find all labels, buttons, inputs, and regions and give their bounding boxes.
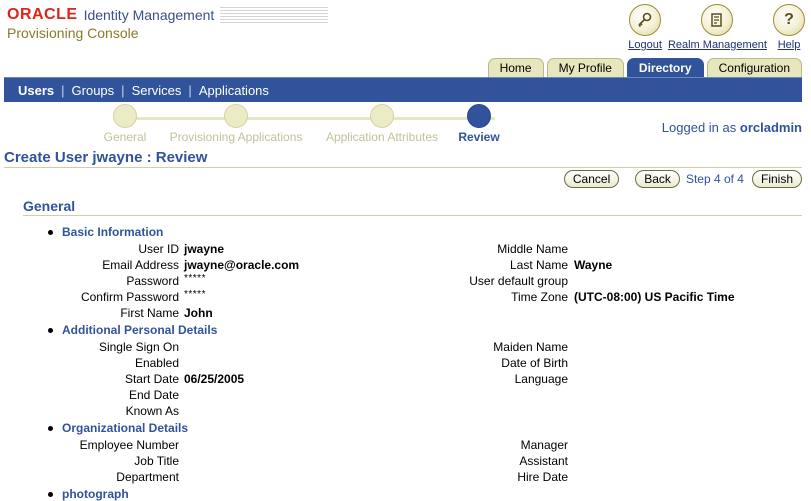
tab-directory[interactable]: Directory (626, 58, 704, 77)
tab-home[interactable]: Home (487, 58, 544, 77)
bullet (48, 327, 53, 333)
bullet (48, 491, 53, 497)
action-row: Cancel Back Step 4 of 4 Finish (556, 170, 802, 188)
product-name: Identity Management (83, 7, 215, 23)
field-label: Start Date (124, 372, 179, 386)
train-step-marker (370, 104, 394, 128)
field-label: Time Zone (511, 290, 568, 304)
subnav-separator: | (61, 82, 65, 98)
field-label: Middle Name (497, 242, 568, 256)
cancel-button[interactable]: Cancel (563, 170, 620, 188)
field-label: User default group (469, 274, 568, 288)
subhead-label: Basic Information (62, 225, 164, 239)
train-step-label: Review (458, 130, 500, 144)
key-icon[interactable] (629, 4, 662, 36)
field-label: User ID (138, 242, 179, 256)
field-label: Manager (520, 438, 568, 452)
field-label: End Date (128, 388, 179, 402)
console-name: Provisioning Console (7, 25, 139, 41)
train-step-label: General (103, 130, 147, 144)
subnav-groups[interactable]: Groups (72, 83, 115, 98)
bullet (48, 229, 53, 235)
train-step-review: Review (399, 104, 559, 144)
field-label: Email Address (102, 258, 179, 272)
finish-button[interactable]: Finish (751, 170, 802, 188)
subhead-label: photograph (62, 487, 129, 501)
bullet (48, 425, 53, 431)
help-icon[interactable]: ? (773, 4, 805, 36)
train-step-label: Provisioning Applications (169, 130, 303, 144)
subhead-additional-personal-details: Additional Personal Details (48, 323, 217, 337)
field-label: Single Sign On (98, 340, 179, 354)
help-label[interactable]: Help (778, 39, 801, 51)
page-title: Create User jwayne : Review (4, 149, 208, 166)
subnav-applications[interactable]: Applications (199, 83, 269, 98)
field-label: Known As (125, 404, 179, 418)
realm-management-link[interactable]: Realm Management (668, 4, 767, 51)
field-label: Password (126, 274, 179, 288)
field-label: Employee Number (79, 438, 179, 452)
main-tabs: Home My Profile Directory Configuration (485, 58, 802, 77)
help-link[interactable]: ? Help (773, 4, 805, 51)
wizard-train: General Provisioning Applications Applic… (100, 104, 520, 144)
train-step-provisioning-applications: Provisioning Applications (156, 104, 316, 144)
tab-configuration[interactable]: Configuration (706, 58, 802, 77)
subhead-photograph: photograph (48, 487, 129, 501)
field-value-masked: ***** (184, 289, 206, 300)
question-mark-glyph: ? (784, 11, 794, 28)
subhead-label: Additional Personal Details (62, 323, 218, 337)
field-value: John (184, 306, 213, 320)
title-divider (4, 167, 802, 168)
field-label: Department (116, 470, 179, 484)
global-links: Logout Realm Management ? Help (622, 4, 805, 51)
realm-icon[interactable] (701, 4, 734, 36)
subnav-users[interactable]: Users (18, 83, 54, 98)
train-step-marker (224, 104, 248, 128)
step-indicator: Step 4 of 4 (685, 172, 744, 186)
field-label: First Name (120, 306, 179, 320)
oracle-logo: ORACLE (7, 6, 78, 23)
field-value: jwayne (184, 242, 225, 256)
field-value-masked: ***** (184, 273, 206, 284)
field-label: Job Title (134, 454, 179, 468)
subhead-basic-information: Basic Information (48, 225, 163, 239)
field-value: (UTC-08:00) US Pacific Time (574, 290, 735, 304)
field-value: 06/25/2005 (184, 372, 245, 386)
field-label: Language (514, 372, 568, 386)
field-label: Maiden Name (493, 340, 568, 354)
tab-my-profile[interactable]: My Profile (546, 58, 624, 77)
section-title-general: General (23, 198, 76, 214)
field-label: Hire Date (517, 470, 568, 484)
branding: ORACLE Identity Management Provisioning … (7, 6, 329, 41)
realm-management-label[interactable]: Realm Management (668, 39, 767, 51)
logout-link[interactable]: Logout (628, 4, 662, 51)
train-step-marker (113, 104, 137, 128)
logged-in-user: orcladmin (739, 120, 802, 135)
field-label: Date of Birth (501, 356, 568, 370)
subnav-bar: Users | Groups | Services | Applications (4, 77, 802, 102)
subnav-services[interactable]: Services (132, 83, 182, 98)
subhead-organizational-details: Organizational Details (48, 421, 188, 435)
back-button[interactable]: Back (635, 170, 680, 188)
subhead-label: Organizational Details (62, 421, 189, 435)
logged-in-status: Logged in as orcladmin (662, 120, 802, 135)
brand-stripes-decoration (220, 7, 329, 23)
field-label: Assistant (519, 454, 568, 468)
train-step-marker-current (467, 104, 491, 128)
section-divider (23, 215, 802, 216)
field-label: Confirm Password (80, 290, 179, 304)
field-value: Wayne (574, 258, 613, 272)
logout-label[interactable]: Logout (628, 39, 662, 51)
logged-in-prefix: Logged in as (661, 120, 737, 135)
subnav-separator: | (188, 82, 192, 98)
subnav-separator: | (121, 82, 125, 98)
field-label: Enabled (134, 356, 179, 370)
field-label: Last Name (509, 258, 568, 272)
